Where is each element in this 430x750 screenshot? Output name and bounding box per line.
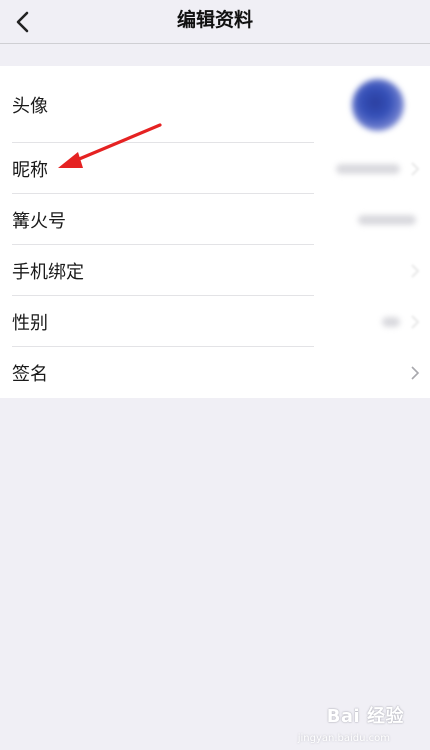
row-phone-binding-label: 手机绑定	[12, 261, 84, 283]
edit-profile-screen: 编辑资料 头像 昵称 篝火号 手机绑定 性别 签名 Bai 经验 jingyan…	[0, 0, 430, 750]
avatar	[352, 78, 404, 131]
gender-value-blurred	[382, 316, 400, 327]
row-phone-binding[interactable]: 手机绑定	[0, 245, 430, 296]
row-gender[interactable]: 性别	[0, 296, 430, 347]
row-nickname-label: 昵称	[12, 159, 48, 181]
watermark-url: jingyan.baidu.com	[297, 733, 390, 744]
row-avatar-label: 头像	[12, 95, 48, 117]
row-signature-label: 签名	[12, 363, 48, 385]
nickname-value-blurred	[336, 163, 400, 174]
row-gender-label: 性别	[12, 312, 48, 334]
bonfire-id-value-blurred	[358, 214, 416, 225]
chevron-right-icon	[411, 314, 420, 329]
row-bonfire-id-label: 篝火号	[12, 210, 66, 232]
red-arrow-annotation-icon	[58, 123, 162, 168]
watermark: Bai 经验	[326, 706, 404, 727]
chevron-right-icon	[411, 263, 420, 278]
page-title: 编辑资料	[176, 9, 253, 31]
chevron-right-icon	[411, 161, 420, 176]
profile-list: 头像 昵称 篝火号 手机绑定 性别 签名	[0, 66, 430, 398]
chevron-right-icon	[411, 365, 420, 380]
navigation-bar: 编辑资料	[0, 0, 430, 44]
row-signature[interactable]: 签名	[0, 347, 430, 398]
row-bonfire-id[interactable]: 篝火号	[0, 194, 430, 245]
